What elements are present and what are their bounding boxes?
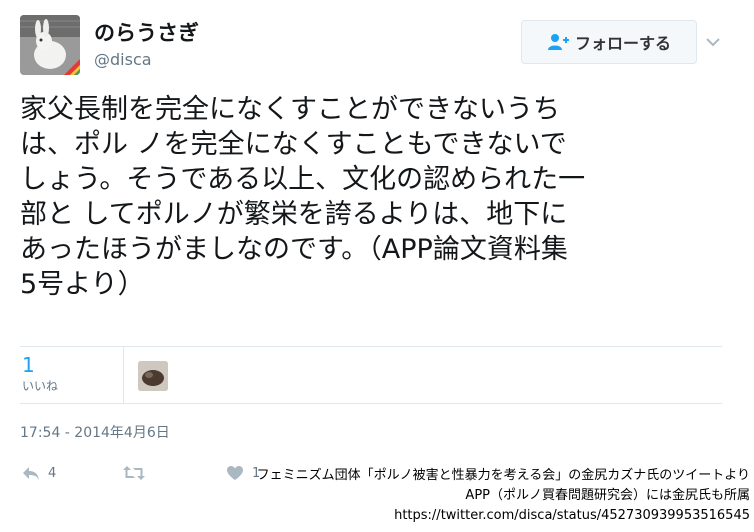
user-avatar[interactable] [20,15,80,75]
liker-avatar-image [138,361,168,391]
tweet-timestamp[interactable]: 17:54 - 2014年4月6日 [20,424,170,442]
retweet-button[interactable] [122,462,154,484]
rabbit-avatar-image [20,15,80,75]
heart-icon [227,466,243,480]
user-display-name[interactable]: のらうさぎ [94,21,199,45]
retweet-icon [123,466,145,480]
tweet-stats: 1 いいね [20,346,722,404]
likes-count[interactable]: 1 [22,353,35,377]
caption-line-2: APP（ポルノ買春問題研究会）には金尻氏も所属 [465,488,750,503]
source-caption: フェミニズム団体「ポルノ被害と性暴力を考える会」の金尻カズナ氏のツイートより A… [250,466,750,526]
person-plus-icon [547,34,569,50]
tweet-text: 家父長制を完全になくすことができないうち は、ポル ノを完全になくすこともできな… [20,94,586,300]
liker-avatar[interactable] [138,361,168,391]
caption-line-1: フェミニズム団体「ポルノ被害と性暴力を考える会」の金尻カズナ氏のツイートより [256,468,750,483]
tweet-card: のらうさぎ @disca フォローする 家父長制を完全になくすことができないうち… [0,0,754,532]
follow-button-label: フォローする [574,36,671,53]
reply-button[interactable]: 4 [22,462,56,484]
likes-label[interactable]: いいね [22,379,58,393]
more-menu-button[interactable] [703,32,723,52]
reply-icon [23,467,39,480]
reply-count: 4 [48,465,57,481]
follow-button[interactable]: フォローする [521,20,697,64]
caption-url: https://twitter.com/disca/status/4527309… [394,508,750,523]
chevron-down-icon [706,37,720,46]
stats-divider [123,347,124,403]
user-handle[interactable]: @disca [94,51,152,69]
